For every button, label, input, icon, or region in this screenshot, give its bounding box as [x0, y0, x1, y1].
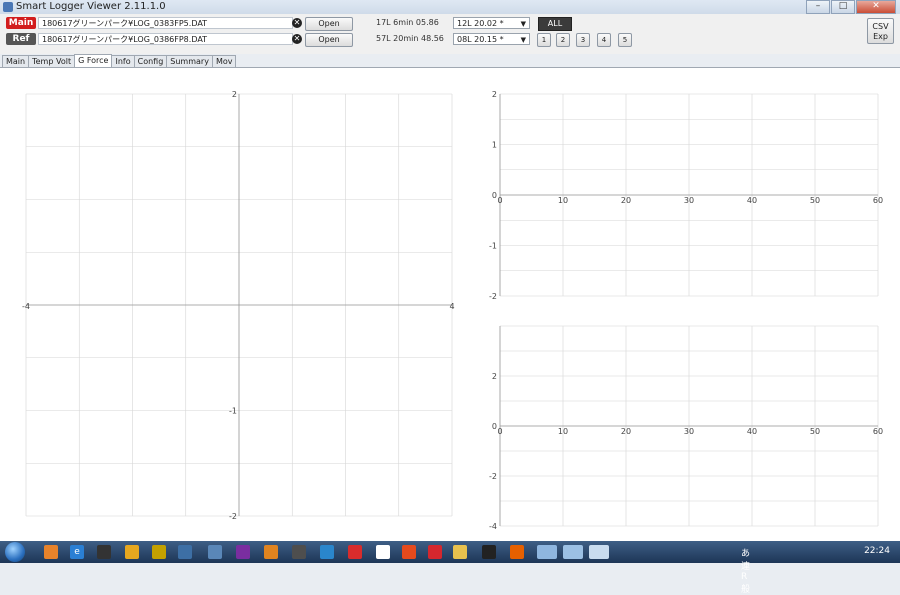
- tab-strip: Main Temp Volt G Force Info Config Summa…: [2, 54, 237, 67]
- start-button[interactable]: [5, 542, 25, 562]
- ie-icon[interactable]: e: [70, 545, 84, 559]
- maximize-button[interactable]: □: [831, 0, 855, 14]
- ime-indicator[interactable]: あ 連 R 般: [741, 546, 750, 595]
- chevron-down-icon: ▼: [520, 20, 526, 28]
- tab-summary[interactable]: Summary: [166, 55, 213, 67]
- main-lap-select[interactable]: 12L 20.02 * ▼: [453, 17, 530, 29]
- window-icon-3[interactable]: [589, 545, 609, 559]
- cmd-icon[interactable]: [482, 545, 496, 559]
- ref-info: 57L 20min 48.56: [376, 34, 444, 43]
- app-icon-5[interactable]: [236, 545, 250, 559]
- tab-config[interactable]: Config: [133, 55, 168, 67]
- app-icon-11[interactable]: [402, 545, 416, 559]
- ref-clear-icon[interactable]: ✕: [292, 34, 302, 44]
- app-icon-10[interactable]: [376, 545, 390, 559]
- g-force-panel: [0, 67, 900, 542]
- csv-export-button[interactable]: CSV Exp: [867, 18, 894, 44]
- slot-button-5[interactable]: 5: [618, 33, 632, 47]
- app-icon-2[interactable]: [152, 545, 166, 559]
- app-icon-4[interactable]: [208, 545, 222, 559]
- taskbar: e あ 連 R 般 22:24: [0, 541, 900, 595]
- toolbar: Main 180617グリーンパーク¥LOG_0383FP5.DAT ✕ Ope…: [0, 14, 900, 54]
- slot-button-2[interactable]: 2: [556, 33, 570, 47]
- tab-mov[interactable]: Mov: [211, 55, 237, 67]
- chevron-down-icon: ▼: [520, 36, 526, 44]
- app-icon-1[interactable]: [97, 545, 111, 559]
- slot-button-1[interactable]: 1: [537, 33, 551, 47]
- slot-button-4[interactable]: 4: [597, 33, 611, 47]
- ref-open-button[interactable]: Open: [305, 33, 353, 47]
- window-title: Smart Logger Viewer 2.11.1.0: [16, 1, 166, 12]
- main-lap-value: 12L 20.02 *: [457, 19, 504, 28]
- app-icon: [3, 2, 13, 12]
- all-button[interactable]: ALL: [538, 17, 572, 31]
- app-icon-3[interactable]: [178, 545, 192, 559]
- window-icon-1[interactable]: [537, 545, 557, 559]
- tab-g-force[interactable]: G Force: [74, 54, 113, 67]
- clock: 22:24: [864, 546, 890, 556]
- ref-tag: Ref: [6, 33, 36, 45]
- tab-temp-volt[interactable]: Temp Volt: [28, 55, 76, 67]
- tab-info[interactable]: Info: [111, 55, 135, 67]
- minimize-button[interactable]: –: [806, 0, 830, 14]
- window-icon-2[interactable]: [563, 545, 583, 559]
- main-open-button[interactable]: Open: [305, 17, 353, 31]
- app-icon-7[interactable]: [292, 545, 306, 559]
- title-bar: Smart Logger Viewer 2.11.1.0 – □ ✕: [0, 0, 900, 15]
- close-button[interactable]: ✕: [856, 0, 896, 14]
- main-clear-icon[interactable]: ✕: [292, 18, 302, 28]
- main-info: 17L 6min 05.86: [376, 18, 439, 27]
- main-tag: Main: [6, 17, 36, 29]
- app-icon-12[interactable]: [428, 545, 442, 559]
- folder-icon[interactable]: [453, 545, 467, 559]
- ref-lap-value: 08L 20.15 *: [457, 35, 504, 44]
- ref-file-field[interactable]: 180617グリーンパーク¥LOG_0386FP8.DAT: [38, 33, 293, 45]
- main-file-field[interactable]: 180617グリーンパーク¥LOG_0383FP5.DAT: [38, 17, 293, 29]
- tab-main[interactable]: Main: [2, 55, 30, 67]
- app-icon-8[interactable]: [320, 545, 334, 559]
- app-icon-6[interactable]: [264, 545, 278, 559]
- firefox-icon-2[interactable]: [510, 545, 524, 559]
- slot-button-3[interactable]: 3: [576, 33, 590, 47]
- firefox-icon[interactable]: [44, 545, 58, 559]
- app-icon-9[interactable]: [348, 545, 362, 559]
- ref-lap-select[interactable]: 08L 20.15 * ▼: [453, 33, 530, 45]
- explorer-icon[interactable]: [125, 545, 139, 559]
